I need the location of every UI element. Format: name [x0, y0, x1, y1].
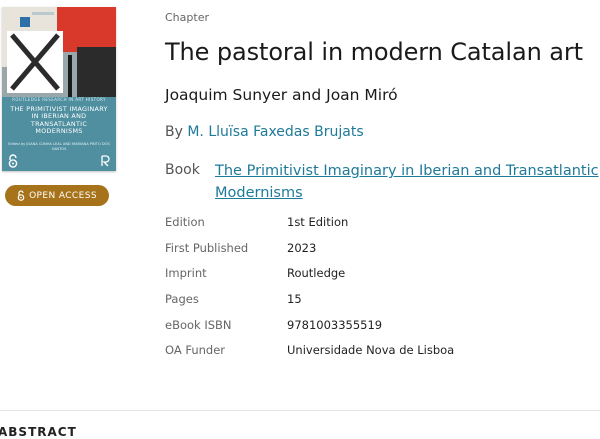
book-title-link[interactable]: The Primitivist Imaginary in Iberian and…	[215, 160, 599, 204]
metadata-value: Universidade Nova de Lisboa	[287, 343, 455, 358]
metadata-value: Routledge	[287, 266, 346, 281]
section-divider	[0, 410, 600, 411]
open-access-badge: OPEN ACCESS	[5, 185, 109, 206]
cover-series: ROUTLEDGE RESEARCH IN ART HISTORY	[12, 97, 106, 102]
lock-open-icon	[17, 190, 25, 201]
metadata-value: 9781003355519	[287, 317, 383, 332]
by-label: By	[165, 124, 183, 140]
author-link[interactable]: M. Lluïsa Faxedas Brujats	[187, 124, 363, 140]
book-cover[interactable]: ROUTLEDGE RESEARCH IN ART HISTORY THE PR…	[2, 7, 116, 171]
metadata-key: Imprint	[165, 266, 207, 281]
metadata-value: 2023	[287, 240, 317, 255]
cover-editors: Edited by JOANA CUNHA LEAL AND MARIANA P…	[8, 142, 110, 151]
byline: By M. Lluïsa Faxedas Brujats	[165, 124, 364, 140]
metadata-key: Edition	[165, 215, 205, 229]
page-subtitle: Joaquim Sunyer and Joan Miró	[165, 86, 398, 104]
cover-title: THE PRIMITIVIST IMAGINARY IN IBERIAN AND…	[10, 105, 108, 136]
open-access-icon	[8, 154, 18, 168]
page-title: The pastoral in modern Catalan art	[165, 38, 583, 66]
book-label: Book	[165, 162, 200, 178]
metadata-key: Pages	[165, 292, 199, 307]
metadata-key: OA Funder	[165, 343, 226, 358]
metadata-key: First Published	[165, 240, 249, 255]
metadata-value: 1st Edition	[287, 215, 349, 229]
cover-artwork	[2, 7, 116, 97]
metadata-value: 15	[287, 292, 302, 307]
publisher-logo-icon	[101, 155, 110, 167]
abstract-heading: ABSTRACT	[0, 425, 77, 439]
metadata-key: eBook ISBN	[165, 317, 232, 332]
content-type-label: Chapter	[165, 11, 209, 24]
open-access-label: OPEN ACCESS	[29, 190, 97, 201]
